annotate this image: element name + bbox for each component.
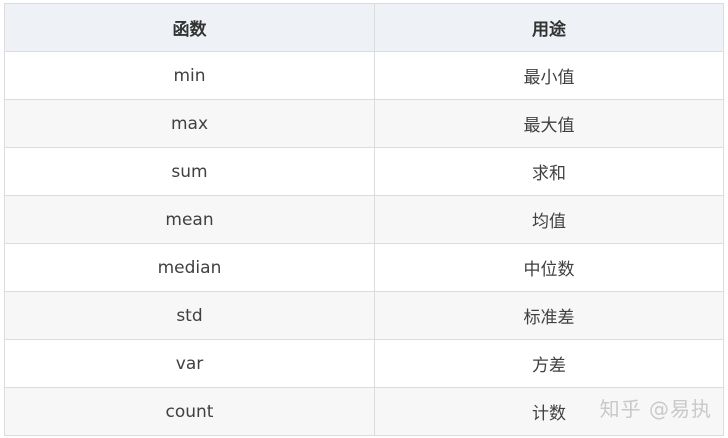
table-row: std 标准差 [4,291,724,340]
cell-purpose: 求和 [374,147,724,196]
cell-function: min [4,51,375,100]
cell-function: max [4,99,375,148]
cell-purpose: 均值 [374,195,724,244]
table-row: max 最大值 [4,99,724,148]
cell-purpose: 中位数 [374,243,724,292]
table-row: sum 求和 [4,147,724,196]
cell-purpose: 最大值 [374,99,724,148]
cell-function: median [4,243,375,292]
cell-function: mean [4,195,375,244]
cell-function: std [4,291,375,340]
cell-purpose: 方差 [374,339,724,388]
table-header-row: 函数 用途 [4,3,724,52]
cell-function: count [4,387,375,436]
function-table: 函数 用途 min 最小值 max 最大值 sum 求和 mean 均值 med [4,3,724,436]
table-row: var 方差 [4,339,724,388]
table-row: median 中位数 [4,243,724,292]
watermark-text: 知乎 @易执 [599,397,712,421]
header-function: 函数 [4,3,375,52]
table-row: mean 均值 [4,195,724,244]
function-table-container: 函数 用途 min 最小值 max 最大值 sum 求和 mean 均值 med [4,3,724,436]
table-row: min 最小值 [4,51,724,100]
cell-purpose: 最小值 [374,51,724,100]
cell-function: var [4,339,375,388]
header-purpose: 用途 [374,3,724,52]
cell-purpose: 标准差 [374,291,724,340]
cell-function: sum [4,147,375,196]
